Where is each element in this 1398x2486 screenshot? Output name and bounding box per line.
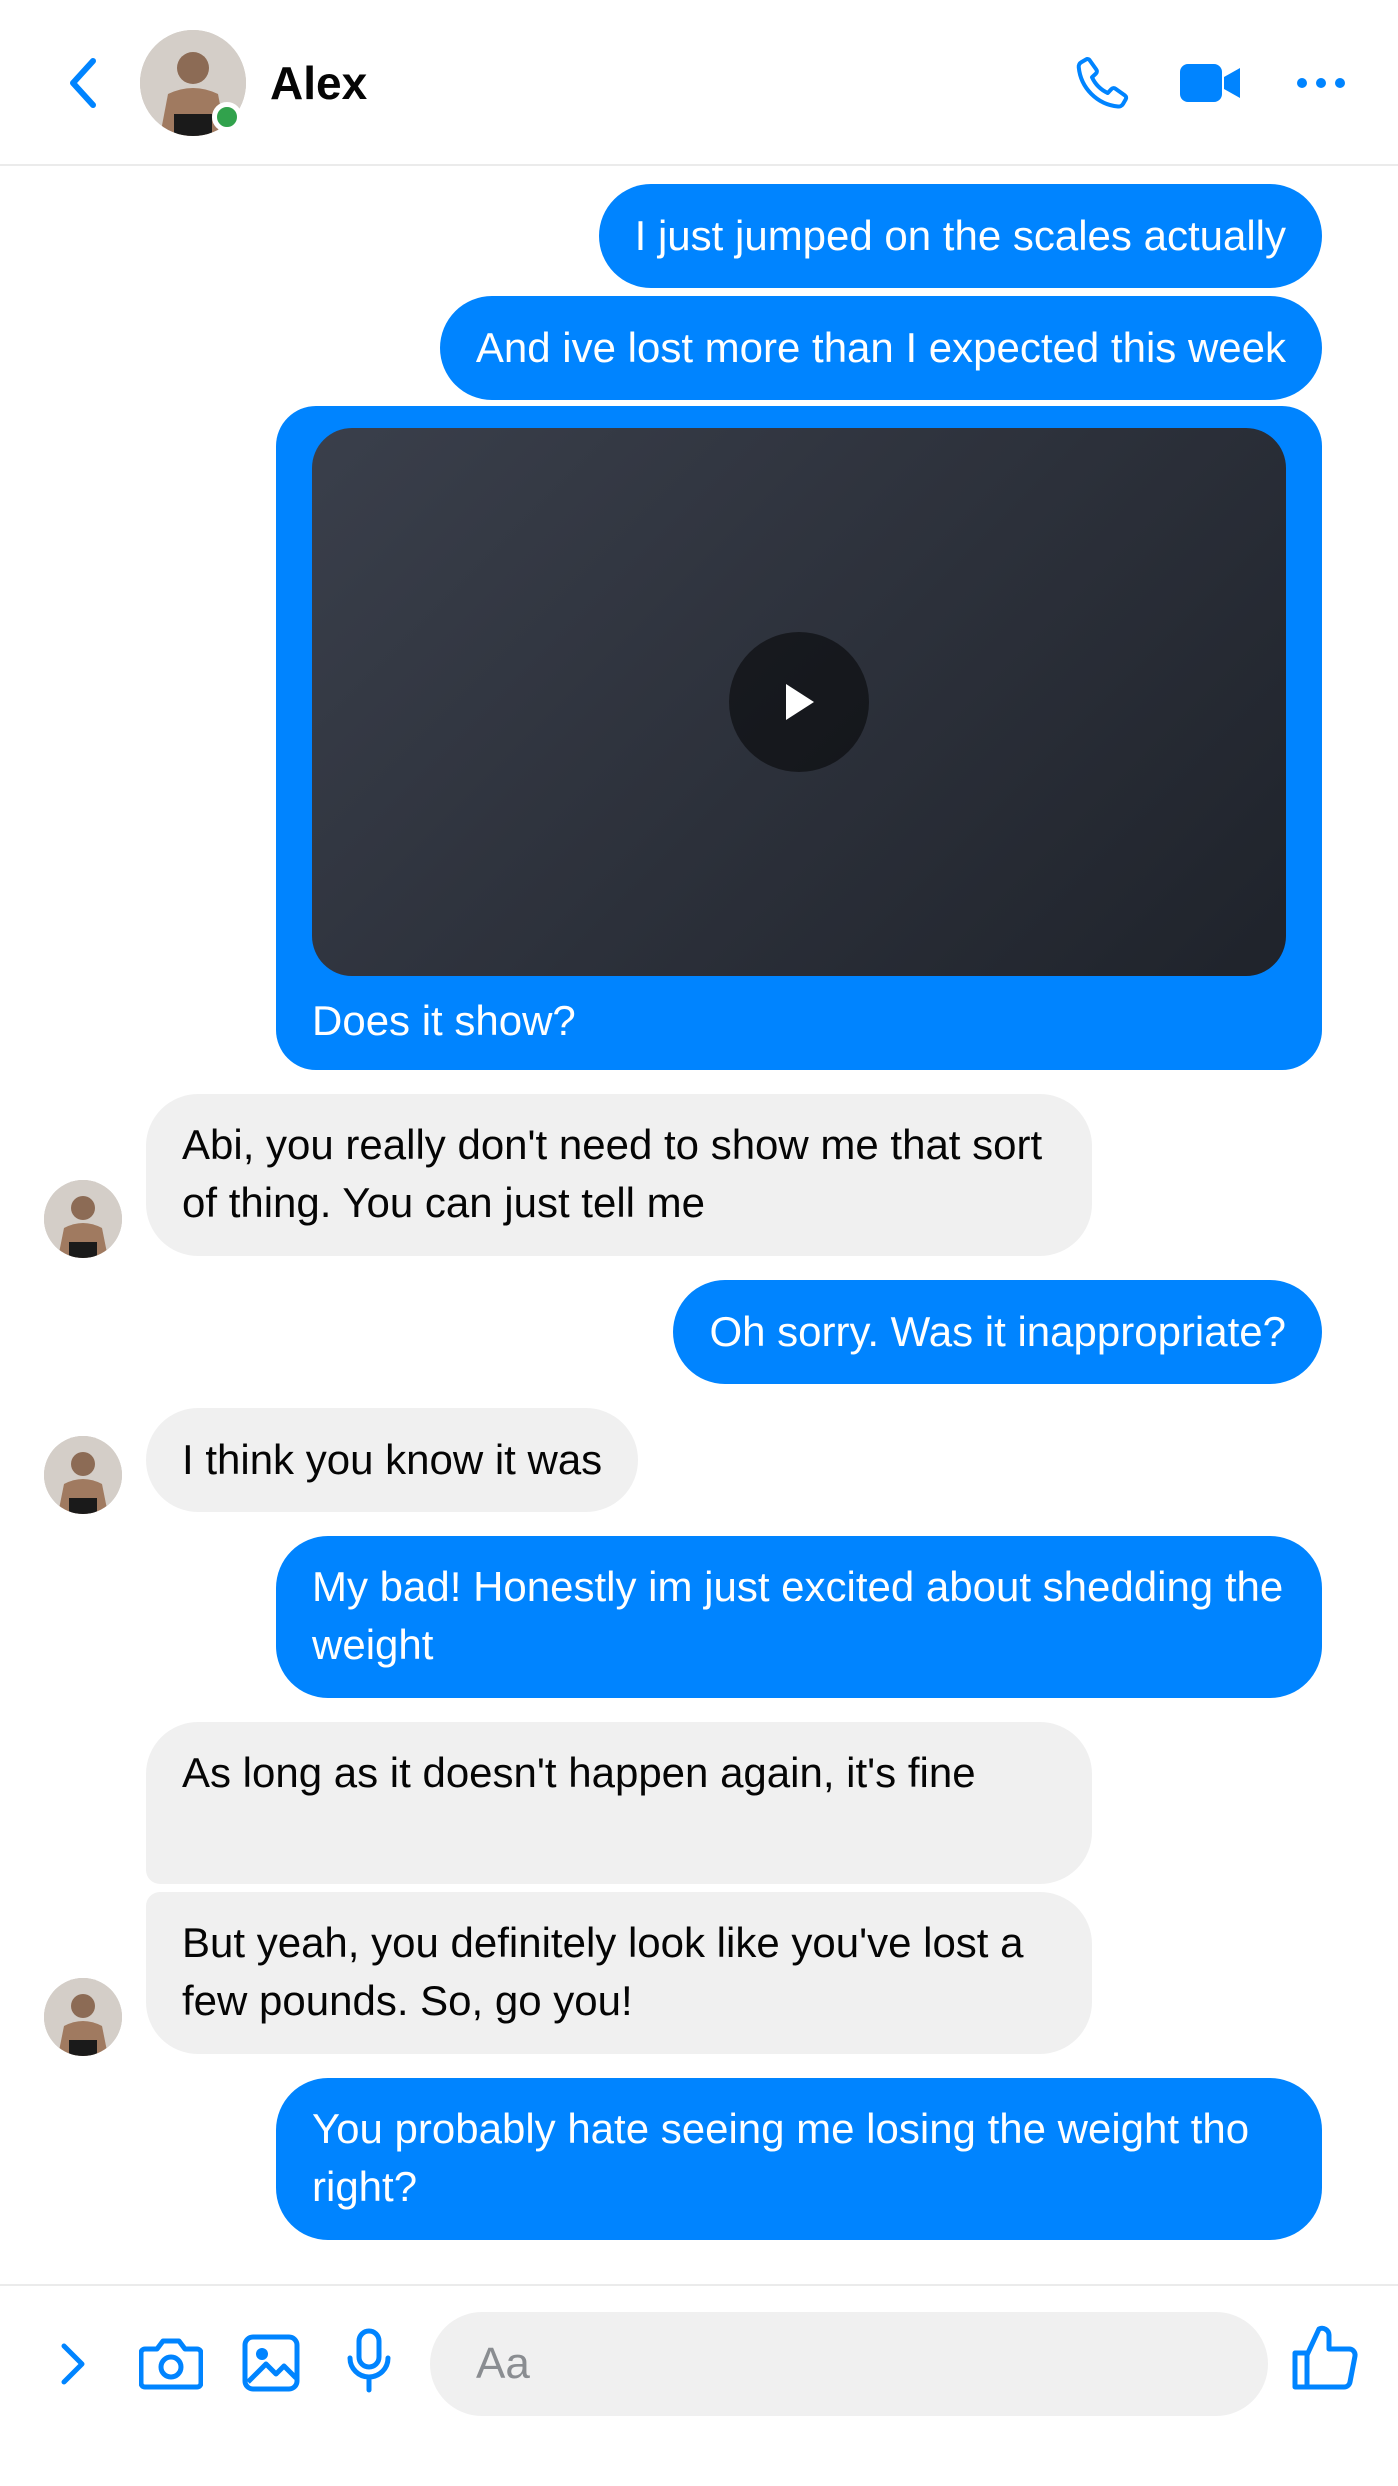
- camera-icon[interactable]: [136, 2328, 206, 2398]
- avatar[interactable]: [44, 1978, 122, 2056]
- image-icon[interactable]: [236, 2328, 306, 2398]
- chat-header: Alex: [0, 0, 1398, 166]
- phone-icon[interactable]: [1070, 50, 1136, 116]
- online-status-dot: [212, 102, 242, 132]
- expand-chevron-icon[interactable]: [38, 2312, 108, 2416]
- avatar[interactable]: [44, 1436, 122, 1514]
- back-chevron-icon[interactable]: [58, 50, 108, 116]
- message-input[interactable]: [430, 2312, 1268, 2416]
- message-bubble-outgoing[interactable]: My bad! Honestly im just excited about s…: [276, 1536, 1322, 1698]
- play-icon[interactable]: [729, 632, 869, 772]
- video-message-bubble[interactable]: Does it show?: [276, 406, 1322, 1070]
- video-call-icon[interactable]: [1178, 50, 1244, 116]
- thumbs-up-icon[interactable]: [1290, 2322, 1360, 2392]
- message-bubble-incoming[interactable]: I think you know it was: [146, 1408, 639, 1512]
- message-bubble-incoming[interactable]: But yeah, you definitely look like you'v…: [146, 1892, 1092, 2054]
- message-bubble-incoming[interactable]: As long as it doesn't happen again, it's…: [146, 1722, 1092, 1884]
- message-bubble-outgoing[interactable]: I just jumped on the scales actually: [598, 184, 1322, 288]
- more-icon[interactable]: [1288, 50, 1354, 116]
- video-thumbnail[interactable]: [312, 428, 1286, 976]
- contact-name[interactable]: Alex: [270, 56, 367, 110]
- avatar[interactable]: [44, 1180, 122, 1258]
- message-composer: [0, 2284, 1398, 2486]
- message-bubble-incoming[interactable]: Abi, you really don't need to show me th…: [146, 1094, 1092, 1256]
- microphone-icon[interactable]: [334, 2326, 404, 2396]
- message-bubble-outgoing[interactable]: And ive lost more than I expected this w…: [439, 296, 1322, 400]
- video-caption: Does it show?: [312, 997, 576, 1044]
- message-bubble-outgoing[interactable]: You probably hate seeing me losing the w…: [276, 2078, 1322, 2240]
- message-bubble-outgoing[interactable]: Oh sorry. Was it inappropriate?: [673, 1280, 1322, 1384]
